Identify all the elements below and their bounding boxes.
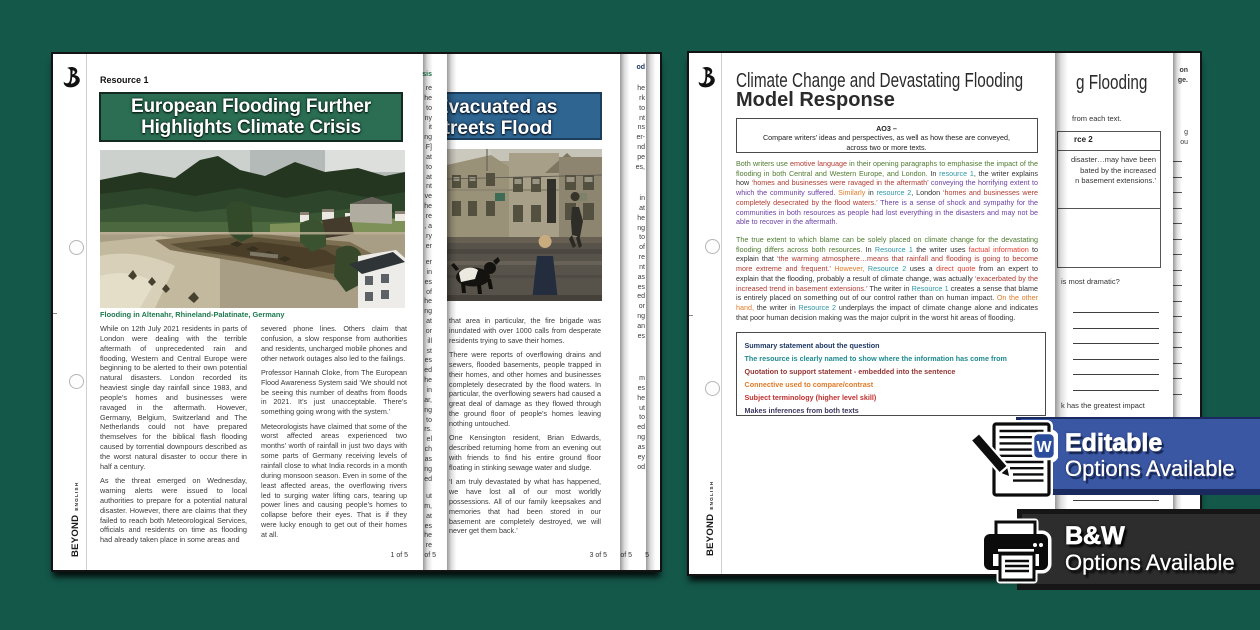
svg-text:W: W [1036,439,1052,456]
